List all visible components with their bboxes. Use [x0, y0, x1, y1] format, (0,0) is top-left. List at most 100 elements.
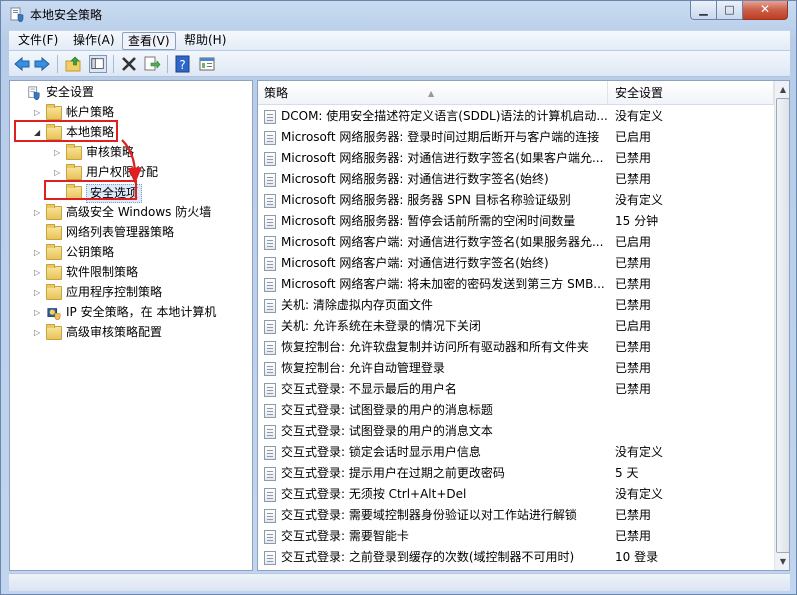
table-row[interactable]: 交互式登录: 试图登录的用户的消息文本	[258, 421, 773, 442]
tree-item[interactable]: ▷ 应用程序控制策略	[30, 283, 250, 302]
local-security-policy-icon	[10, 7, 24, 22]
menu-action[interactable]: 操作(A)	[68, 32, 120, 50]
table-row[interactable]: Microsoft 网络服务器: 服务器 SPN 目标名称验证级别 没有定义	[258, 190, 773, 211]
policy-name: 交互式登录: 锁定会话时显示用户信息	[281, 445, 481, 459]
security-setting-value: 已禁用	[615, 508, 652, 522]
collapsed-arrow-icon[interactable]: ▷	[54, 169, 62, 177]
security-setting-value: 没有定义	[615, 109, 664, 123]
collapsed-arrow-icon[interactable]: ▷	[34, 209, 42, 217]
show-hide-tree-icon[interactable]	[89, 55, 107, 73]
policy-icon	[264, 530, 276, 544]
column-header-setting[interactable]: 安全设置	[609, 81, 774, 104]
policy-name: Microsoft 网络服务器: 对通信进行数字签名(如果客户端允...	[281, 151, 604, 165]
title-bar[interactable]: 本地安全策略 ▁ □ ✕	[1, 1, 796, 29]
properties-icon[interactable]	[198, 55, 216, 73]
table-row[interactable]: 恢复控制台: 允许软盘复制并访问所有驱动器和所有文件夹 已禁用	[258, 337, 773, 358]
folder-icon	[46, 104, 62, 120]
collapsed-arrow-icon[interactable]: ▷	[54, 149, 62, 157]
table-row[interactable]: 关机: 清除虚拟内存页面文件 已禁用	[258, 295, 773, 316]
collapsed-arrow-icon[interactable]: ▷	[34, 269, 42, 277]
table-row[interactable]: Microsoft 网络客户端: 将未加密的密码发送到第三方 SMB... 已禁用	[258, 274, 773, 295]
policy-icon	[264, 152, 276, 166]
tree-item[interactable]: ▷ 审核策略	[50, 143, 250, 162]
menu-bar: 文件(F) 操作(A) 查看(V) 帮助(H)	[9, 30, 790, 50]
table-row[interactable]: DCOM: 使用安全描述符定义语言(SDDL)语法的计算机启动... 没有定义	[258, 106, 773, 127]
table-row[interactable]: Microsoft 网络客户端: 对通信进行数字签名(始终) 已禁用	[258, 253, 773, 274]
export-list-icon[interactable]	[143, 55, 161, 73]
policy-name: 交互式登录: 需要智能卡	[281, 529, 409, 543]
security-setting-value: 已禁用	[615, 361, 652, 375]
policy-icon	[264, 320, 276, 334]
policy-name: Microsoft 网络服务器: 暂停会话前所需的空闲时间数量	[281, 214, 576, 228]
policy-icon	[264, 446, 276, 460]
policy-icon	[264, 131, 276, 145]
policy-name: Microsoft 网络客户端: 对通信进行数字签名(始终)	[281, 256, 549, 270]
policy-icon	[264, 341, 276, 355]
table-row[interactable]: 关机: 允许系统在未登录的情况下关闭 已启用	[258, 316, 773, 337]
table-row[interactable]: 交互式登录: 之前登录到缓存的次数(域控制器不可用时) 10 登录	[258, 547, 773, 568]
table-row[interactable]: 交互式登录: 锁定会话时显示用户信息 没有定义	[258, 442, 773, 463]
security-setting-value: 没有定义	[615, 193, 664, 207]
folder-icon	[66, 164, 82, 180]
table-row[interactable]: Microsoft 网络服务器: 对通信进行数字签名(如果客户端允... 已禁用	[258, 148, 773, 169]
svg-text:?: ?	[179, 58, 185, 72]
collapsed-arrow-icon[interactable]: ▷	[34, 249, 42, 257]
window-title: 本地安全策略	[30, 8, 103, 22]
table-row[interactable]: 交互式登录: 需要域控制器身份验证以对工作站进行解锁 已禁用	[258, 505, 773, 526]
column-header-policy-label: 策略	[264, 86, 289, 100]
forward-arrow-icon[interactable]	[33, 55, 51, 73]
security-setting-value: 已启用	[615, 130, 652, 144]
maximize-button[interactable]: □	[717, 1, 743, 20]
back-arrow-icon[interactable]	[13, 55, 31, 73]
policy-icon	[264, 236, 276, 250]
column-header-policy[interactable]: 策略 ▲	[258, 81, 608, 104]
tree-item[interactable]: ▷ 高级审核策略配置	[30, 323, 250, 342]
help-icon[interactable]: ?	[174, 55, 192, 73]
menu-file[interactable]: 文件(F)	[13, 32, 63, 50]
toolbar-separator	[167, 55, 168, 73]
folder-icon	[46, 324, 62, 340]
vertical-scrollbar[interactable]: ▲ ▼	[774, 81, 789, 570]
menu-help[interactable]: 帮助(H)	[179, 32, 231, 50]
up-folder-icon[interactable]	[65, 55, 83, 73]
maximize-icon: □	[724, 3, 735, 16]
collapsed-arrow-icon[interactable]: ▷	[34, 329, 42, 337]
scroll-down-icon[interactable]: ▼	[775, 553, 789, 570]
table-row[interactable]: 交互式登录: 试图登录的用户的消息标题	[258, 400, 773, 421]
tree-item[interactable]: ▷ 软件限制策略	[30, 263, 250, 282]
tree-item[interactable]: 网络列表管理器策略	[30, 223, 250, 242]
policy-icon	[264, 383, 276, 397]
policy-icon	[264, 362, 276, 376]
table-row[interactable]: 交互式登录: 无须按 Ctrl+Alt+Del 没有定义	[258, 484, 773, 505]
collapsed-arrow-icon[interactable]: ▷	[34, 109, 42, 117]
table-row[interactable]: Microsoft 网络客户端: 对通信进行数字签名(如果服务器允... 已启用	[258, 232, 773, 253]
minimize-button[interactable]: ▁	[690, 1, 717, 20]
table-row[interactable]: Microsoft 网络服务器: 暂停会话前所需的空闲时间数量 15 分钟	[258, 211, 773, 232]
tree-item-label: 公钥策略	[66, 245, 115, 259]
tree-item[interactable]: ▷ IP 安全策略，在 本地计算机	[30, 303, 250, 322]
table-row[interactable]: 交互式登录: 需要智能卡 已禁用	[258, 526, 773, 547]
security-setting-value: 已启用	[615, 235, 652, 249]
policy-name: 关机: 清除虚拟内存页面文件	[281, 298, 433, 312]
status-bar	[9, 573, 790, 591]
tree-item[interactable]: ▷ 高级安全 Windows 防火墙	[30, 203, 250, 222]
folder-icon	[66, 144, 82, 160]
table-row[interactable]: 交互式登录: 提示用户在过期之前更改密码 5 天	[258, 463, 773, 484]
scroll-up-icon[interactable]: ▲	[775, 81, 789, 98]
menu-view[interactable]: 查看(V)	[122, 32, 176, 50]
scroll-thumb[interactable]	[776, 98, 789, 553]
policy-list-pane: 策略 ▲ 安全设置 DCOM: 使用安全描述符定义语言(SDDL)语法的计算机启动…	[257, 80, 790, 571]
tree-item[interactable]: ▷ 公钥策略	[30, 243, 250, 262]
tree-item[interactable]: 安全设置	[10, 83, 250, 102]
security-setting-value: 没有定义	[615, 445, 664, 459]
table-row[interactable]: 交互式登录: 不显示最后的用户名 已禁用	[258, 379, 773, 400]
collapsed-arrow-icon[interactable]: ▷	[34, 309, 42, 317]
table-row[interactable]: 恢复控制台: 允许自动管理登录 已禁用	[258, 358, 773, 379]
table-row[interactable]: Microsoft 网络服务器: 对通信进行数字签名(始终) 已禁用	[258, 169, 773, 190]
close-button[interactable]: ✕	[743, 1, 788, 20]
delete-icon[interactable]	[120, 55, 138, 73]
collapsed-arrow-icon[interactable]: ▷	[34, 289, 42, 297]
toolbar-separator	[57, 55, 58, 73]
table-row[interactable]: Microsoft 网络服务器: 登录时间过期后断开与客户端的连接 已启用	[258, 127, 773, 148]
policy-icon	[264, 173, 276, 187]
